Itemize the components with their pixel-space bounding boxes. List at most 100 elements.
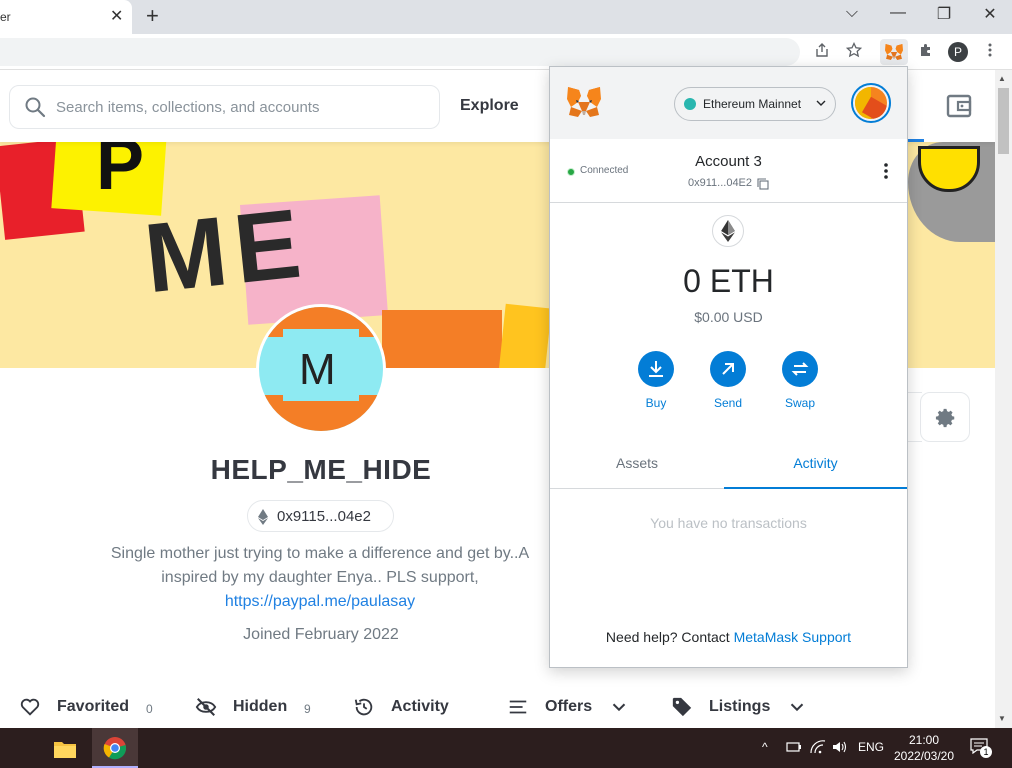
- tab-search-icon[interactable]: ⌵: [840, 4, 864, 22]
- avatar-letter: M: [299, 345, 336, 394]
- windows-taskbar: ^ ENG 21:00 2022/03/20 1: [0, 728, 1012, 768]
- wifi-icon[interactable]: [810, 740, 826, 754]
- clock-date: 2022/03/20: [893, 749, 955, 763]
- chevron-down-icon[interactable]: [608, 696, 630, 718]
- banner-letters-p: P: [96, 142, 145, 205]
- file-explorer-icon[interactable]: [44, 734, 86, 764]
- tab-listings[interactable]: Listings: [709, 698, 770, 716]
- bio-line-1: Single mother just trying to make a diff…: [110, 545, 530, 562]
- wallet-address-pill[interactable]: 0x9115...04e2: [247, 500, 394, 532]
- share-icon[interactable]: [812, 42, 832, 63]
- bio-line-2: inspired by my daughter Enya.. PLS suppo…: [161, 569, 479, 586]
- swap-label: Swap: [784, 396, 816, 410]
- list-icon: [509, 700, 527, 714]
- search-icon: [25, 97, 46, 118]
- network-selector[interactable]: Ethereum Mainnet: [674, 87, 836, 121]
- eth-balance: 0 ETH: [683, 263, 774, 299]
- chrome-taskbar-icon[interactable]: [92, 728, 138, 768]
- metamask-header: Ethereum Mainnet: [550, 67, 907, 139]
- account-bar: Connected Account 3 0x911...04E2: [550, 139, 907, 203]
- extensions-puzzle-icon[interactable]: [916, 42, 936, 63]
- volume-icon[interactable]: [832, 740, 848, 754]
- tab-favorited[interactable]: Favorited: [57, 698, 129, 716]
- ethereum-logo-icon: [712, 215, 744, 247]
- hidden-count: 9: [304, 702, 311, 716]
- profile-avatar-image: M: [256, 304, 386, 434]
- tab-title: er: [0, 10, 11, 24]
- heart-icon: [20, 698, 40, 716]
- browser-tab[interactable]: er ✕: [0, 0, 132, 34]
- profile-avatar[interactable]: P: [948, 42, 968, 62]
- restore-button[interactable]: ❐: [932, 4, 956, 24]
- eye-off-icon: [195, 698, 217, 716]
- page-scrollbar[interactable]: ▲ ▼: [995, 70, 1012, 728]
- metamask-support-link[interactable]: MetaMask Support: [734, 629, 852, 645]
- buy-button[interactable]: Buy: [626, 351, 686, 410]
- minimize-button[interactable]: —: [886, 4, 910, 22]
- notification-count: 1: [980, 746, 992, 758]
- network-label: Ethereum Mainnet: [703, 97, 802, 111]
- chevron-down-icon[interactable]: [786, 696, 808, 718]
- wallet-icon[interactable]: [946, 94, 972, 118]
- tab-close-icon[interactable]: ✕: [110, 6, 123, 26]
- tab-activity[interactable]: Activity: [391, 698, 449, 716]
- download-icon: [649, 361, 663, 377]
- chrome-menu-icon[interactable]: [980, 42, 1000, 63]
- network-status-dot: [684, 98, 696, 110]
- help-text: Need help? Contact MetaMask Support: [550, 629, 907, 645]
- empty-transactions: You have no transactions: [650, 515, 807, 531]
- close-window-button[interactable]: ✕: [978, 4, 1002, 24]
- history-icon: [354, 698, 373, 716]
- tab-assets[interactable]: Assets: [550, 439, 724, 489]
- account-avatar[interactable]: [851, 83, 891, 123]
- swap-icon: [791, 362, 809, 376]
- send-label: Send: [713, 396, 743, 410]
- system-clock[interactable]: 21:00 2022/03/20: [890, 732, 958, 764]
- search-input[interactable]: Search items, collections, and accounts: [9, 85, 440, 129]
- clock-time: 21:00: [908, 733, 940, 747]
- tray-chevron-icon[interactable]: ^: [762, 740, 768, 754]
- metamask-popup: Ethereum Mainnet Connected Account 3 0x9…: [549, 66, 908, 668]
- profile-bio: Single mother just trying to make a diff…: [60, 542, 580, 614]
- new-tab-button[interactable]: +: [146, 3, 159, 29]
- swap-button[interactable]: Swap: [770, 351, 830, 410]
- help-prefix: Need help? Contact: [605, 629, 730, 645]
- scroll-down-icon[interactable]: ▼: [998, 714, 1006, 723]
- metamask-fox-icon: [567, 87, 601, 117]
- language-indicator[interactable]: ENG: [858, 740, 884, 754]
- gear-icon: [935, 408, 955, 428]
- scroll-thumb[interactable]: [998, 88, 1009, 154]
- bookmark-star-icon[interactable]: [844, 41, 864, 63]
- search-placeholder: Search items, collections, and accounts: [56, 99, 320, 116]
- fiat-balance: $0.00 USD: [694, 309, 763, 325]
- browser-tabstrip: er ✕ + ⌵ — ❐ ✕: [0, 0, 1012, 34]
- chevron-down-icon: [816, 100, 826, 106]
- address-bar[interactable]: [0, 38, 800, 66]
- tab-activity[interactable]: Activity: [724, 439, 907, 489]
- send-button[interactable]: Send: [698, 351, 758, 410]
- wallet-address: 0x9115...04e2: [277, 508, 371, 525]
- battery-icon[interactable]: [786, 740, 802, 754]
- scroll-up-icon[interactable]: ▲: [998, 74, 1006, 83]
- profile-name: HELP_ME_HIDE: [210, 454, 432, 485]
- tab-offers[interactable]: Offers: [545, 698, 592, 716]
- settings-button[interactable]: [920, 392, 970, 442]
- copy-icon[interactable]: [757, 178, 769, 190]
- bio-paypal-link[interactable]: https://paypal.me/paulasay: [225, 593, 415, 610]
- banner-letters-me: ME: [139, 186, 314, 314]
- metamask-extension-icon[interactable]: [880, 39, 908, 65]
- account-options-icon[interactable]: [884, 163, 888, 179]
- buy-label: Buy: [645, 396, 667, 410]
- explore-link[interactable]: Explore: [460, 97, 519, 115]
- tab-hidden[interactable]: Hidden: [233, 698, 287, 716]
- account-address[interactable]: 0x911...04E2: [688, 177, 752, 189]
- profile-tabs: Favorited 0 Hidden 9 Activity Offers Lis…: [0, 696, 995, 728]
- joined-date: Joined February 2022: [243, 626, 399, 643]
- account-name: Account 3: [695, 153, 762, 170]
- notification-center-icon[interactable]: 1: [970, 738, 992, 758]
- ethereum-icon: [258, 509, 268, 525]
- nav-active-indicator: [906, 139, 924, 142]
- favorited-count: 0: [146, 702, 153, 716]
- metamask-tabs: Assets Activity: [550, 439, 907, 489]
- arrow-up-right-icon: [722, 363, 734, 375]
